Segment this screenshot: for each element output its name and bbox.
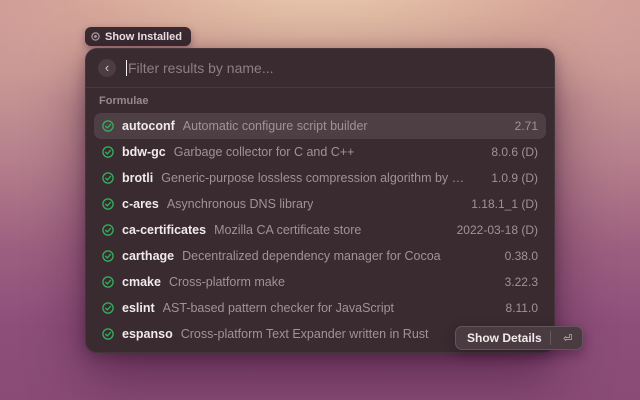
search-placeholder: Filter results by name... <box>128 60 274 76</box>
installed-check-icon <box>102 172 114 184</box>
tooltip-divider <box>550 331 551 345</box>
chevron-left-icon: ‹ <box>105 61 109 74</box>
package-version: 2022-03-18 (D) <box>447 223 538 237</box>
list-item-eslint[interactable]: eslint AST-based pattern checker for Jav… <box>94 295 546 321</box>
package-version: 3.22.3 <box>495 275 538 289</box>
package-description: Cross-platform Text Expander written in … <box>181 327 429 341</box>
list-item-autoconf[interactable]: autoconf Automatic configure script buil… <box>94 113 546 139</box>
text-caret <box>126 60 127 76</box>
package-name: brotli <box>122 171 153 185</box>
back-button[interactable]: ‹ <box>98 59 116 77</box>
package-name: bdw-gc <box>122 145 166 159</box>
package-name: espanso <box>122 327 173 341</box>
package-name: eslint <box>122 301 155 315</box>
installed-check-icon <box>102 276 114 288</box>
package-version: 8.0.6 (D) <box>481 145 538 159</box>
package-name: autoconf <box>122 119 175 133</box>
show-installed-icon <box>91 32 100 41</box>
package-version: 2.71 <box>505 119 538 133</box>
package-name: cmake <box>122 275 161 289</box>
show-installed-label: Show Installed <box>105 31 182 43</box>
package-description: Asynchronous DNS library <box>167 197 314 211</box>
installed-check-icon <box>102 250 114 262</box>
show-details-label: Show Details <box>467 331 542 345</box>
list-item-ca-certificates[interactable]: ca-certificates Mozilla CA certificate s… <box>94 217 546 243</box>
search-bar: ‹ Filter results by name... <box>86 49 554 87</box>
search-input[interactable]: Filter results by name... <box>126 60 542 76</box>
list-item-cmake[interactable]: cmake Cross-platform make 3.22.3 <box>94 269 546 295</box>
package-version: 8.11.0 <box>496 301 538 315</box>
installed-check-icon <box>102 328 114 340</box>
package-name: c-ares <box>122 197 159 211</box>
package-name: ca-certificates <box>122 223 206 237</box>
enter-key-icon: ⏎ <box>559 330 577 346</box>
installed-check-icon <box>102 302 114 314</box>
list-item-c-ares[interactable]: c-ares Asynchronous DNS library 1.18.1_1… <box>94 191 546 217</box>
list-item-carthage[interactable]: carthage Decentralized dependency manage… <box>94 243 546 269</box>
installed-check-icon <box>102 198 114 210</box>
package-description: Decentralized dependency manager for Coc… <box>182 249 441 263</box>
show-details-tooltip[interactable]: Show Details ⏎ <box>455 326 583 350</box>
package-version: 0.38.0 <box>495 249 538 263</box>
formulae-rows: autoconf Automatic configure script buil… <box>94 113 546 353</box>
package-description: Generic-purpose lossless compression alg… <box>161 171 473 185</box>
package-version: 1.18.1_1 (D) <box>461 197 538 211</box>
package-name: carthage <box>122 249 174 263</box>
package-description: Garbage collector for C and C++ <box>174 145 355 159</box>
launcher-window: ‹ Filter results by name... Formulae aut… <box>85 48 555 353</box>
package-description: Cross-platform make <box>169 275 285 289</box>
package-description: Mozilla CA certificate store <box>214 223 361 237</box>
installed-check-icon <box>102 224 114 236</box>
package-description: AST-based pattern checker for JavaScript <box>163 301 394 315</box>
package-version: 1.0.9 (D) <box>481 171 538 185</box>
show-installed-tooltip[interactable]: Show Installed <box>85 27 191 46</box>
installed-check-icon <box>102 146 114 158</box>
section-header-formulae: Formulae <box>94 93 546 113</box>
results-list: Formulae autoconf Automatic configure sc… <box>86 88 554 353</box>
list-item-brotli[interactable]: brotli Generic-purpose lossless compress… <box>94 165 546 191</box>
package-description: Automatic configure script builder <box>183 119 368 133</box>
installed-check-icon <box>102 120 114 132</box>
list-item-bdw-gc[interactable]: bdw-gc Garbage collector for C and C++ 8… <box>94 139 546 165</box>
